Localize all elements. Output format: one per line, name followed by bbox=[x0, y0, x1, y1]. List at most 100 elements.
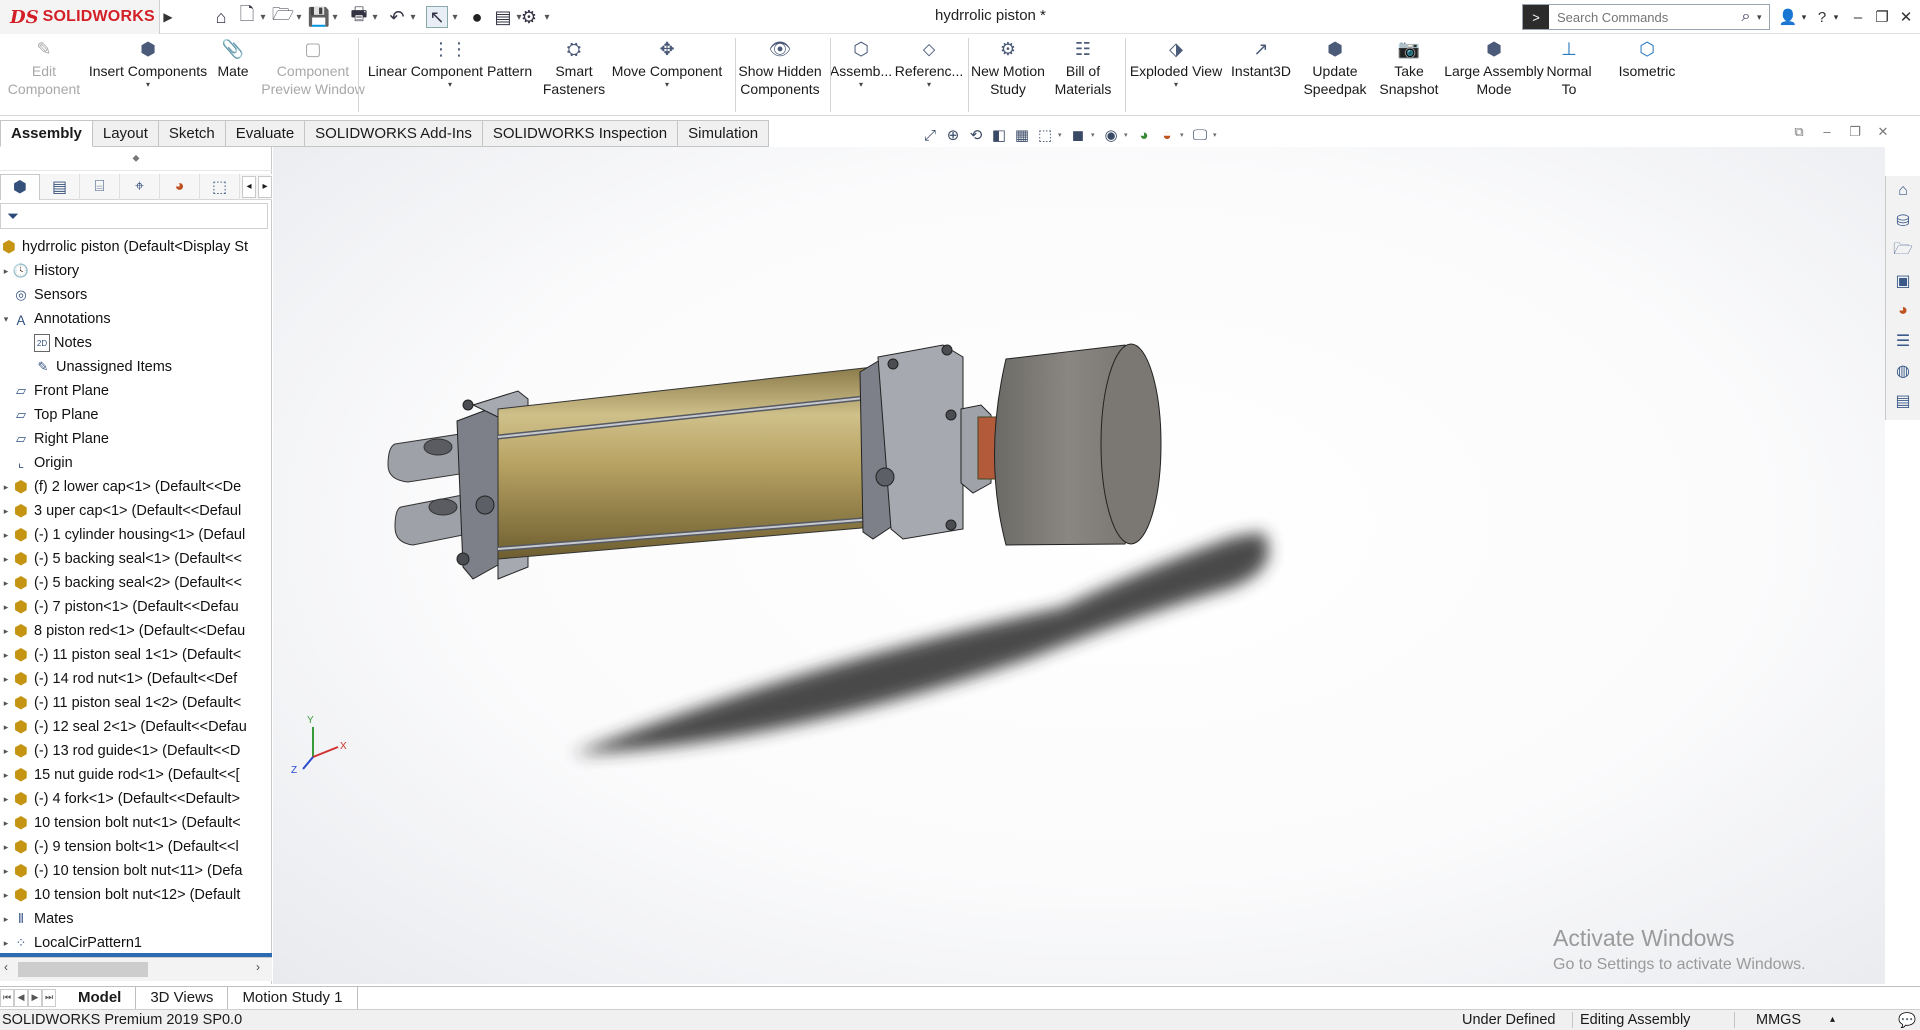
expand-arrow-icon[interactable]: ▸ bbox=[0, 890, 12, 901]
bottom-tab-model[interactable]: Model bbox=[64, 986, 137, 1009]
large-assembly-command[interactable]: ⬢ Large Assembly Mode bbox=[1438, 38, 1550, 114]
exploded-view-command[interactable]: ⬗ Exploded View ▾ bbox=[1122, 38, 1230, 114]
expand-arrow-icon[interactable]: ▸ bbox=[0, 578, 12, 589]
select-cursor-icon[interactable]: ↖ bbox=[426, 6, 448, 28]
undo-dropdown-arrow[interactable]: ▾ bbox=[408, 6, 418, 28]
motion-study-command[interactable]: ⚙ New Motion Study bbox=[965, 38, 1051, 114]
tree-item-annotations[interactable]: ▾ Ａ Annotations bbox=[0, 307, 272, 331]
last-tab-icon[interactable]: ⏭ bbox=[42, 988, 56, 1007]
command-dropdown-arrow[interactable]: ▾ bbox=[859, 80, 863, 90]
command-dropdown-arrow[interactable]: ▾ bbox=[665, 80, 669, 90]
linear-pattern-command[interactable]: ⋮⋮ Linear Component Pattern ▾ bbox=[365, 38, 535, 114]
view-orientation-icon[interactable]: ⬚ bbox=[1035, 125, 1055, 145]
tree-component[interactable]: ▸ ⬢ (-) 11 piston seal 1<2> (Default< bbox=[0, 691, 272, 715]
tree-component[interactable]: ▸ ⬢ (-) 4 fork<1> (Default<<Default> bbox=[0, 787, 272, 811]
tabs-scroll-left-icon[interactable]: ◂ bbox=[242, 175, 256, 198]
speedpak-command[interactable]: ⬢ Update Speedpak bbox=[1298, 38, 1372, 114]
configuration-manager-tab-icon[interactable]: ⌸ bbox=[80, 173, 120, 200]
tree-item-plane[interactable]: ▱ Top Plane bbox=[0, 403, 272, 427]
view-palette-icon[interactable]: ▣ bbox=[1891, 270, 1915, 292]
expand-arrow-icon[interactable]: ▸ bbox=[0, 266, 12, 277]
isometric-command[interactable]: ⬡ Isometric bbox=[1612, 38, 1682, 114]
close-window-icon[interactable]: ✕ bbox=[1894, 5, 1918, 29]
undo-icon[interactable]: ↶ bbox=[386, 6, 408, 28]
options-gear-icon[interactable]: ⚙ bbox=[518, 6, 540, 28]
tree-item-notes[interactable]: 2D Notes bbox=[0, 331, 272, 355]
expand-arrow-icon[interactable]: ▸ bbox=[0, 506, 12, 517]
scrollbar-thumb[interactable] bbox=[18, 962, 148, 977]
open-icon[interactable]: 🗁 bbox=[272, 4, 294, 28]
solidworks-logo[interactable]: DS SOLIDWORKS bbox=[0, 0, 160, 34]
tree-item-plane[interactable]: ▱ Right Plane bbox=[0, 427, 272, 451]
print-icon[interactable]: 🖶 bbox=[348, 4, 370, 28]
magnifier-icon[interactable]: ⌕ bbox=[1735, 8, 1757, 26]
display-manager-tab-icon[interactable]: ◕ bbox=[160, 173, 200, 200]
expand-arrow-icon[interactable]: ▸ bbox=[0, 794, 12, 805]
view-settings-icon[interactable]: 🖵 bbox=[1190, 125, 1210, 145]
tree-component[interactable]: ▸ ⬢ 15 nut guide rod<1> (Default<<[ bbox=[0, 763, 272, 787]
command-dropdown-arrow[interactable]: ▾ bbox=[1174, 80, 1178, 90]
graphics-area[interactable]: Y X Z Activate Windows Go to Settings to… bbox=[273, 147, 1885, 984]
tree-horizontal-scrollbar[interactable]: ‹ › bbox=[0, 957, 272, 981]
expand-arrow-icon[interactable]: ▸ bbox=[0, 914, 12, 925]
filter-funnel-icon[interactable]: ⏷ bbox=[7, 208, 19, 225]
save-dropdown-arrow[interactable]: ▾ bbox=[330, 6, 340, 28]
mate-command[interactable]: 📎 Mate bbox=[212, 38, 254, 114]
smart-fasteners-command[interactable]: ⛭ Smart Fasteners bbox=[540, 38, 608, 114]
expand-arrow-icon[interactable]: ▸ bbox=[0, 722, 12, 733]
user-account-icon[interactable]: 👤 bbox=[1776, 5, 1800, 29]
expand-arrow-icon[interactable]: ▸ bbox=[0, 698, 12, 709]
feature-manager-tab-icon[interactable]: ⬢ bbox=[0, 173, 40, 200]
move-component-command[interactable]: ✥ Move Component ▾ bbox=[608, 38, 726, 114]
bottom-tab-motion-study-1[interactable]: Motion Study 1 bbox=[228, 986, 358, 1009]
cam-manager-tab-icon[interactable]: ⬚ bbox=[200, 173, 240, 200]
expand-arrow-icon[interactable]: ▸ bbox=[0, 938, 12, 949]
search-commands-box[interactable]: > ⌕ ▾ bbox=[1522, 4, 1770, 30]
tree-filter[interactable]: ⏷ bbox=[0, 203, 268, 229]
expand-arrow-icon[interactable]: ▸ bbox=[0, 626, 12, 637]
file-properties-icon[interactable]: ▤ bbox=[492, 6, 514, 28]
preview-window-command[interactable]: ▢ Component Preview Window bbox=[258, 38, 368, 114]
status-tooltip-icon[interactable]: 💬 bbox=[1898, 1012, 1916, 1029]
dimxpert-manager-tab-icon[interactable]: ⌖ bbox=[120, 173, 160, 200]
status-units[interactable]: MMGS bbox=[1756, 1012, 1801, 1028]
tree-item-sensors[interactable]: ◎ Sensors bbox=[0, 283, 272, 307]
menu-expand-arrow[interactable]: ▶ bbox=[160, 0, 176, 34]
tree-component[interactable]: ▸ ⬢ 10 tension bolt nut<1> (Default< bbox=[0, 811, 272, 835]
expand-arrow-icon[interactable]: ▸ bbox=[0, 842, 12, 853]
tree-item-history[interactable]: ▸ 🕓 History bbox=[0, 259, 272, 283]
expand-arrow-icon[interactable]: ▸ bbox=[0, 674, 12, 685]
display-style-dropdown-arrow[interactable]: ▾ bbox=[1091, 131, 1098, 139]
tab-layout[interactable]: Layout bbox=[92, 120, 159, 147]
expand-arrow-icon[interactable]: ▸ bbox=[0, 554, 12, 565]
expand-arrow-icon[interactable]: ▸ bbox=[0, 482, 12, 493]
tree-item-origin[interactable]: ⌞ Origin bbox=[0, 451, 272, 475]
tree-component[interactable]: ▸ ⬢ 8 piston red<1> (Default<<Defau bbox=[0, 619, 272, 643]
expand-arrow-icon[interactable]: ▸ bbox=[0, 818, 12, 829]
insert-components-command[interactable]: ⬢ Insert Components ▾ bbox=[88, 38, 208, 114]
normal-to-command[interactable]: ⊥ Normal To bbox=[1542, 38, 1596, 114]
tree-component[interactable]: ▸ ⬢ (-) 11 piston seal 1<1> (Default< bbox=[0, 643, 272, 667]
bom-command[interactable]: ☷ Bill of Materials bbox=[1050, 38, 1116, 114]
custom-properties-icon[interactable]: ☰ bbox=[1891, 330, 1915, 352]
tree-root[interactable]: ⬢ hydrrolic piston (Default<Display St bbox=[0, 235, 272, 259]
zoom-to-fit-icon[interactable]: ⤢ bbox=[920, 125, 940, 145]
scroll-right-icon[interactable]: › bbox=[256, 960, 260, 974]
tab-evaluate[interactable]: Evaluate bbox=[225, 120, 306, 147]
open-dropdown-arrow[interactable]: ▾ bbox=[294, 6, 304, 28]
tab-assembly[interactable]: Assembly bbox=[0, 120, 93, 147]
tree-component[interactable]: ▸ ⬢ (-) 7 piston<1> (Default<<Defau bbox=[0, 595, 272, 619]
command-dropdown-arrow[interactable]: ▾ bbox=[927, 80, 931, 90]
expand-arrow-icon[interactable]: ▸ bbox=[0, 602, 12, 613]
viewport-minimize-icon[interactable]: – bbox=[1818, 124, 1836, 146]
print-dropdown-arrow[interactable]: ▾ bbox=[370, 6, 380, 28]
search-dropdown-arrow[interactable]: ▾ bbox=[1757, 12, 1769, 23]
viewport-restore-icon[interactable]: ❐ bbox=[1846, 124, 1864, 146]
minimize-window-icon[interactable]: – bbox=[1846, 5, 1870, 29]
dynamic-annotation-icon[interactable]: ▦ bbox=[1012, 125, 1032, 145]
expand-arrow-icon[interactable]: ▸ bbox=[0, 530, 12, 541]
search-input[interactable] bbox=[1549, 9, 1735, 25]
edit-appearance-icon[interactable]: ◕ bbox=[1134, 125, 1154, 145]
scene-dropdown-arrow[interactable]: ▾ bbox=[1180, 131, 1187, 139]
prev-tab-icon[interactable]: ◀ bbox=[14, 988, 28, 1007]
